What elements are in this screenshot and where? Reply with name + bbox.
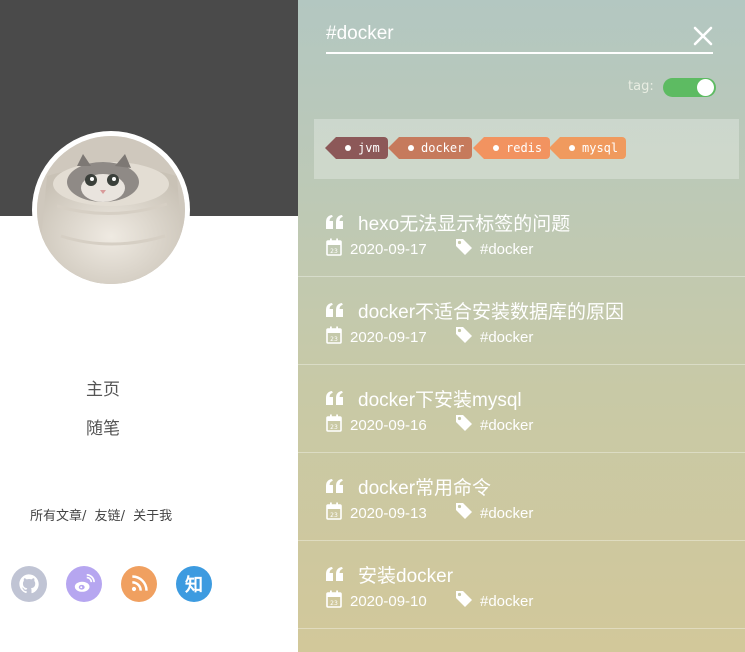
- tag-icon: [456, 503, 472, 519]
- link-friends[interactable]: 友链: [95, 509, 121, 524]
- result-title[interactable]: docker常用命令: [358, 473, 491, 500]
- avatar[interactable]: [37, 136, 185, 284]
- zhihu-button[interactable]: 知: [176, 566, 212, 602]
- result-item[interactable]: 安装docker 23 2020-09-10 #docker: [298, 541, 745, 629]
- svg-text:23: 23: [330, 424, 338, 431]
- tag-hole-icon: [493, 145, 499, 151]
- quote-icon: [326, 391, 343, 405]
- search-underline: [326, 52, 713, 54]
- tag-toggle[interactable]: [663, 78, 716, 97]
- calendar-icon: 23: [326, 502, 342, 520]
- github-icon: [19, 574, 39, 594]
- tag-cloud: jvm docker redis mysql: [314, 119, 739, 179]
- quote-icon: [326, 303, 343, 317]
- result-tag[interactable]: #docker: [480, 417, 533, 434]
- svg-text:23: 23: [330, 512, 338, 519]
- sidebar-nav: 主页 随笔: [0, 372, 206, 450]
- result-tag[interactable]: #docker: [480, 505, 533, 522]
- tag-redis[interactable]: redis: [472, 137, 551, 159]
- result-title[interactable]: 安装docker: [358, 561, 453, 588]
- avatar-frame: [32, 131, 190, 289]
- svg-text:23: 23: [330, 336, 338, 343]
- result-item[interactable]: docker不适合安装数据库的原因 23 2020-09-17 #docker: [298, 277, 745, 365]
- tag-icon: [456, 591, 472, 607]
- quote-icon: [326, 479, 343, 493]
- search-panel: tag: jvm docker redis mysql hexo无法显示标签的问…: [298, 0, 745, 652]
- result-item[interactable]: docker下安装mysql 23 2020-09-16 #docker: [298, 365, 745, 453]
- result-tag[interactable]: #docker: [480, 241, 533, 258]
- calendar-icon: 23: [326, 238, 342, 256]
- sidebar: 主页 随笔 所有文章/ 友链/ 关于我 知: [0, 0, 298, 652]
- link-all-posts[interactable]: 所有文章: [30, 509, 82, 524]
- tag-docker[interactable]: docker: [387, 137, 473, 159]
- tag-label: jvm: [358, 141, 380, 155]
- rss-button[interactable]: [121, 566, 157, 602]
- svg-text:23: 23: [330, 248, 338, 255]
- result-item[interactable]: hexo无法显示标签的问题 23 2020-09-17 #docker: [298, 189, 745, 277]
- search-input[interactable]: [326, 17, 686, 51]
- result-tag[interactable]: #docker: [480, 329, 533, 346]
- weibo-button[interactable]: [66, 566, 102, 602]
- tag-hole-icon: [345, 145, 351, 151]
- toggle-knob: [697, 79, 714, 96]
- svg-text:23: 23: [330, 600, 338, 607]
- avatar-cat-image: [37, 136, 185, 284]
- sidebar-links: 所有文章/ 友链/ 关于我: [30, 505, 172, 524]
- link-separator: /: [120, 509, 125, 524]
- result-title[interactable]: docker下安装mysql: [358, 385, 522, 412]
- calendar-icon: 23: [326, 326, 342, 344]
- tag-icon: [456, 415, 472, 431]
- nav-essays[interactable]: 随笔: [0, 411, 206, 450]
- tag-icon: [456, 327, 472, 343]
- calendar-icon: 23: [326, 414, 342, 432]
- tag-label: mysql: [582, 141, 619, 155]
- result-title[interactable]: docker不适合安装数据库的原因: [358, 297, 624, 324]
- nav-home[interactable]: 主页: [0, 372, 206, 411]
- tag-label: redis: [506, 141, 543, 155]
- tag-label: docker: [421, 141, 465, 155]
- tag-hole-icon: [408, 145, 414, 151]
- result-tag[interactable]: #docker: [480, 593, 533, 610]
- result-date: 2020-09-10: [350, 593, 427, 610]
- result-date: 2020-09-16: [350, 417, 427, 434]
- result-item[interactable]: docker常用命令 23 2020-09-13 #docker: [298, 453, 745, 541]
- tag-icon: [456, 239, 472, 255]
- link-separator: /: [82, 509, 87, 524]
- result-date: 2020-09-13: [350, 505, 427, 522]
- tag-toggle-label: tag:: [628, 79, 654, 94]
- rss-icon: [131, 575, 148, 592]
- tag-jvm[interactable]: jvm: [325, 137, 388, 159]
- link-about[interactable]: 关于我: [133, 509, 172, 524]
- close-icon[interactable]: [692, 25, 714, 47]
- quote-icon: [326, 567, 343, 581]
- result-date: 2020-09-17: [350, 329, 427, 346]
- search-results: hexo无法显示标签的问题 23 2020-09-17 #docker dock…: [298, 189, 745, 629]
- calendar-icon: 23: [326, 590, 342, 608]
- zhihu-icon: 知: [185, 575, 203, 596]
- tag-mysql[interactable]: mysql: [548, 137, 627, 159]
- github-button[interactable]: [11, 566, 47, 602]
- weibo-icon: [74, 574, 95, 592]
- tag-hole-icon: [569, 145, 575, 151]
- quote-icon: [326, 215, 343, 229]
- result-date: 2020-09-17: [350, 241, 427, 258]
- result-title[interactable]: hexo无法显示标签的问题: [358, 209, 570, 236]
